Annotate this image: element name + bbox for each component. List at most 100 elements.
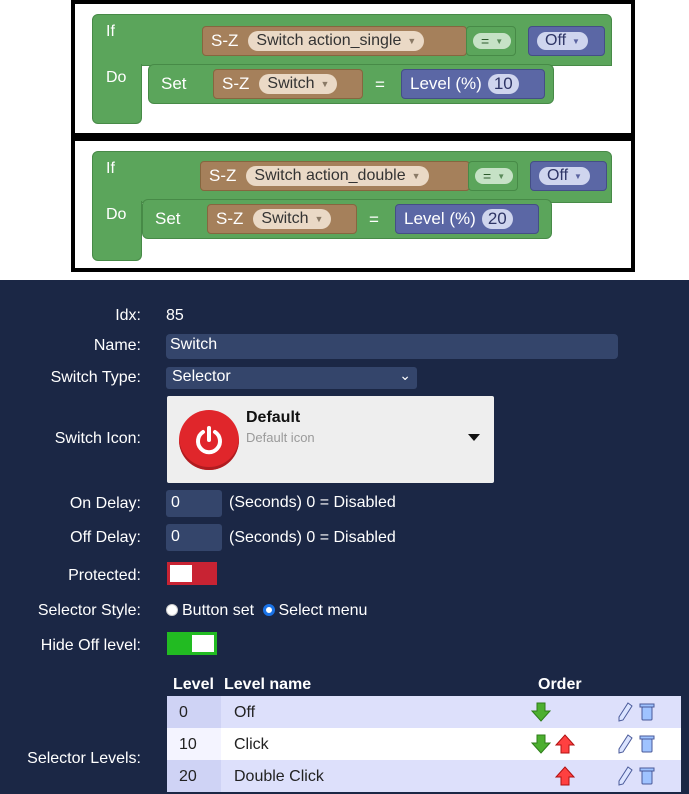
device-dropdown[interactable]: Switch action_double ▼ bbox=[246, 166, 429, 186]
operator-dropdown[interactable]: = ▼ bbox=[473, 33, 512, 49]
move-up-icon[interactable] bbox=[555, 734, 575, 754]
switch-icon-select[interactable]: Default Default icon bbox=[167, 396, 494, 483]
edit-icon[interactable] bbox=[617, 702, 633, 722]
state-value-block[interactable]: Off ▼ bbox=[530, 161, 607, 191]
if-label: If bbox=[106, 160, 115, 177]
move-down-icon[interactable] bbox=[531, 734, 551, 754]
on-delay-hint: (Seconds) 0 = Disabled bbox=[229, 494, 396, 511]
equals-sign: = bbox=[369, 210, 379, 229]
set-device-block[interactable]: S-Z Switch ▼ bbox=[207, 204, 357, 234]
state-dropdown[interactable]: Off ▼ bbox=[539, 167, 590, 185]
level-value: 10 bbox=[179, 736, 197, 753]
icon-subtitle: Default icon bbox=[246, 430, 315, 445]
state-value-block[interactable]: Off ▼ bbox=[528, 26, 605, 56]
select-menu-label: Select menu bbox=[278, 602, 368, 619]
do-label: Do bbox=[106, 206, 127, 223]
level-name-column-header: Level name bbox=[224, 676, 312, 693]
dropdown-arrow-icon: ▼ bbox=[407, 36, 417, 46]
name-input[interactable]: Switch bbox=[166, 334, 618, 359]
level-cell bbox=[167, 696, 221, 728]
idx-value: 85 bbox=[166, 307, 184, 324]
off-delay-input[interactable]: 0 bbox=[166, 524, 222, 551]
caret-down-icon bbox=[468, 434, 480, 441]
idx-label: Idx: bbox=[115, 307, 141, 324]
delete-icon[interactable] bbox=[639, 766, 655, 786]
edit-icon[interactable] bbox=[617, 766, 633, 786]
condition-device-block[interactable]: S-Z Switch action_single ▼ bbox=[202, 26, 467, 56]
level-value-field[interactable]: 10 bbox=[487, 74, 519, 94]
table-row[interactable]: 20 Double Click bbox=[167, 760, 681, 792]
blockly-rule-2: If Do S-Z Switch action_double ▼ = ▼ Off ▼ … bbox=[71, 137, 635, 272]
toggle-knob bbox=[192, 635, 214, 652]
device-type-label: S-Z bbox=[222, 74, 250, 93]
protected-toggle[interactable] bbox=[167, 562, 217, 585]
table-row[interactable]: 10 Click bbox=[167, 728, 681, 760]
equals-sign: = bbox=[375, 75, 385, 94]
edit-icon[interactable] bbox=[617, 734, 633, 754]
compare-block[interactable]: = ▼ bbox=[468, 161, 518, 191]
level-block[interactable]: Level (%) 10 bbox=[401, 69, 545, 99]
level-block[interactable]: Level (%) 20 bbox=[395, 204, 539, 234]
selector-style-label: Selector Style: bbox=[37, 602, 141, 619]
switch-type-label: Switch Type: bbox=[50, 369, 141, 386]
state-dropdown[interactable]: Off ▼ bbox=[537, 32, 588, 50]
move-down-icon[interactable] bbox=[531, 702, 551, 722]
device-type-label: S-Z bbox=[216, 209, 244, 228]
selector-levels-label: Selector Levels: bbox=[27, 750, 141, 767]
do-label: Do bbox=[106, 69, 127, 86]
dropdown-arrow-icon: ▼ bbox=[411, 171, 421, 181]
level-value: 0 bbox=[179, 704, 188, 721]
hide-off-label: Hide Off level: bbox=[40, 637, 141, 654]
set-block[interactable]: Set S-Z Switch ▼ = Level (%) 20 bbox=[142, 199, 552, 239]
device-edit-form: Idx: 85 Name: Switch Switch Type: Select… bbox=[0, 280, 689, 794]
level-name: Click bbox=[234, 736, 269, 753]
on-delay-input[interactable]: 0 bbox=[166, 490, 222, 517]
order-column-header: Order bbox=[538, 676, 582, 693]
dropdown-arrow-icon: ▼ bbox=[314, 214, 324, 224]
device-dropdown[interactable]: Switch ▼ bbox=[253, 209, 332, 229]
delete-icon[interactable] bbox=[639, 734, 655, 754]
level-value: 20 bbox=[179, 768, 197, 785]
off-delay-label: Off Delay: bbox=[70, 529, 141, 546]
switch-type-value: Selector bbox=[172, 368, 231, 385]
set-block[interactable]: Set S-Z Switch ▼ = Level (%) 10 bbox=[148, 64, 554, 104]
power-icon bbox=[179, 410, 239, 470]
operator-dropdown[interactable]: = ▼ bbox=[475, 168, 514, 184]
set-device-block[interactable]: S-Z Switch ▼ bbox=[213, 69, 363, 99]
dropdown-arrow-icon: ▼ bbox=[572, 36, 580, 46]
dropdown-arrow-icon: ▼ bbox=[497, 171, 506, 181]
protected-label: Protected: bbox=[68, 567, 141, 584]
delete-icon[interactable] bbox=[639, 702, 655, 722]
switch-type-select[interactable]: Selector ⌄ bbox=[166, 367, 417, 389]
move-up-icon[interactable] bbox=[555, 766, 575, 786]
switch-icon-label: Switch Icon: bbox=[54, 430, 141, 447]
set-label: Set bbox=[155, 209, 181, 228]
dropdown-arrow-icon: ▼ bbox=[320, 79, 330, 89]
selector-style-radios: Button set Select menu bbox=[166, 602, 367, 620]
level-column-header: Level bbox=[173, 676, 214, 693]
compare-block[interactable]: = ▼ bbox=[466, 26, 516, 56]
blockly-rule-1: If Do S-Z Switch action_single ▼ = ▼ Off ▼ … bbox=[71, 0, 635, 137]
if-block[interactable]: If Do S-Z Switch action_double ▼ = ▼ Off ▼ … bbox=[92, 151, 612, 261]
name-label: Name: bbox=[93, 337, 141, 354]
level-value-field[interactable]: 20 bbox=[481, 209, 513, 229]
device-type-label: S-Z bbox=[209, 166, 237, 185]
device-dropdown[interactable]: Switch action_single ▼ bbox=[248, 31, 425, 51]
level-name: Off bbox=[234, 704, 256, 721]
select-menu-radio[interactable] bbox=[262, 604, 275, 616]
dropdown-arrow-icon: ▼ bbox=[495, 36, 504, 46]
table-row[interactable]: 0 Off bbox=[167, 696, 681, 728]
chevron-down-icon: ⌄ bbox=[399, 367, 411, 383]
set-label: Set bbox=[161, 74, 187, 93]
button-set-label: Button set bbox=[182, 602, 255, 619]
toggle-knob bbox=[170, 565, 192, 582]
button-set-radio[interactable] bbox=[166, 604, 178, 616]
device-dropdown[interactable]: Switch ▼ bbox=[259, 74, 338, 94]
level-param-label: Level (%) bbox=[410, 74, 482, 93]
hide-off-toggle[interactable] bbox=[167, 632, 217, 655]
icon-title: Default bbox=[246, 409, 301, 426]
if-block[interactable]: If Do S-Z Switch action_single ▼ = ▼ Off ▼ … bbox=[92, 14, 612, 124]
if-label: If bbox=[106, 23, 115, 40]
condition-device-block[interactable]: S-Z Switch action_double ▼ bbox=[200, 161, 470, 191]
level-param-label: Level (%) bbox=[404, 209, 476, 228]
